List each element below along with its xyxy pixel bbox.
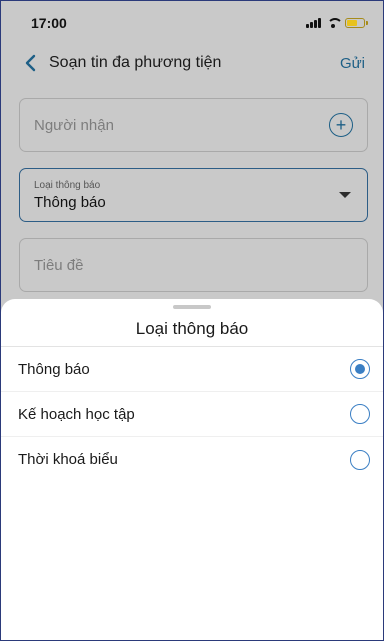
notification-type-label: Loại thông báo [34, 179, 101, 191]
page-title: Soạn tin đa phương tiện [49, 54, 222, 71]
option-thoi-khoa-bieu[interactable]: Thời khoá biểu [1, 437, 383, 482]
notification-type-select[interactable]: Loại thông báo Thông báo [19, 168, 368, 222]
option-label: Thời khoá biểu [18, 451, 118, 468]
status-time: 17:00 [31, 15, 67, 31]
subject-field[interactable]: Tiêu đề [19, 238, 368, 292]
sheet-grabber[interactable] [173, 305, 211, 309]
wifi-icon [326, 18, 343, 28]
recipient-field[interactable]: Người nhận + [19, 98, 368, 152]
phone-frame: 17:00 Soạn tin đa phương tiện Gửi Người … [0, 0, 384, 641]
status-bar: 17:00 [1, 1, 383, 45]
nav-bar: Soạn tin đa phương tiện Gửi [1, 45, 383, 81]
sheet-title: Loại thông báo [135, 319, 249, 338]
back-chevron-icon[interactable] [19, 52, 41, 74]
caret-down-icon [339, 192, 351, 198]
battery-icon [345, 18, 368, 28]
radio-unselected-icon[interactable] [350, 404, 370, 424]
send-button[interactable]: Gửi [340, 55, 365, 72]
option-thong-bao[interactable]: Thông báo [1, 347, 383, 392]
option-ke-hoach-hoc-tap[interactable]: Kế hoạch học tập [1, 392, 383, 437]
notification-type-value: Thông báo [34, 193, 106, 211]
add-recipient-icon[interactable]: + [329, 113, 353, 137]
radio-selected-icon[interactable] [350, 359, 370, 379]
option-list: Thông báo Kế hoạch học tập Thời khoá biể… [1, 347, 383, 482]
signal-icon [306, 18, 321, 28]
option-label: Thông báo [18, 360, 90, 378]
subject-placeholder: Tiêu đề [34, 256, 84, 274]
option-label: Kế hoạch học tập [18, 405, 135, 423]
recipient-placeholder: Người nhận [34, 116, 114, 134]
radio-unselected-icon[interactable] [350, 449, 370, 470]
status-icons [306, 18, 368, 28]
notification-type-sheet: Loại thông báo Thông báo Kế hoạch học tậ… [1, 299, 383, 640]
